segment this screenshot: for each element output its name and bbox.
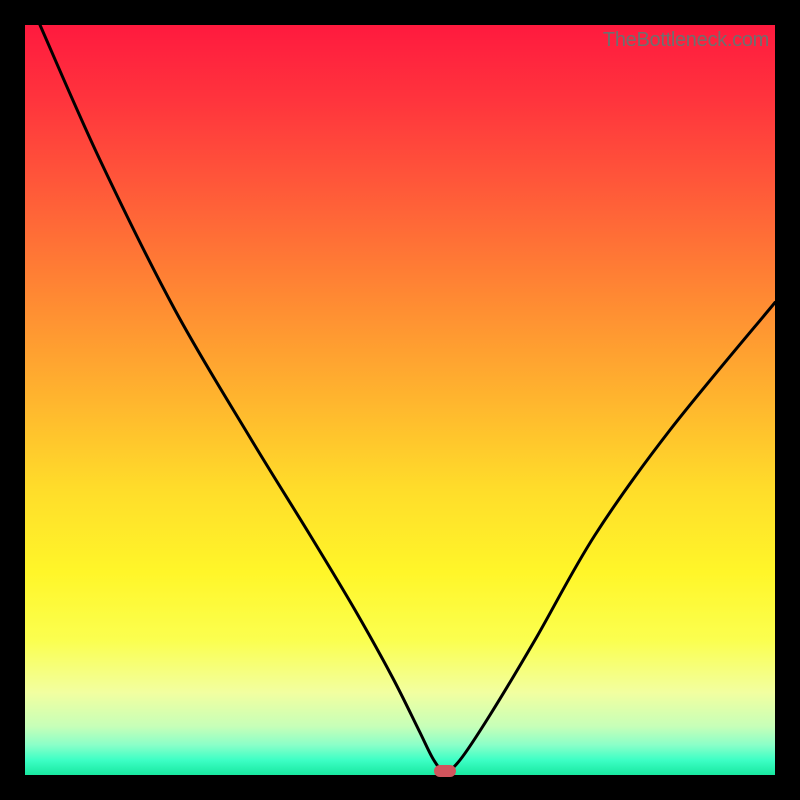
plot-area: TheBottleneck.com [25,25,775,775]
chart-frame: TheBottleneck.com [0,0,800,800]
bottleneck-curve-path [40,25,775,771]
curve-min-marker [434,765,456,777]
curve-svg [25,25,775,775]
watermark-label: TheBottleneck.com [603,29,769,52]
